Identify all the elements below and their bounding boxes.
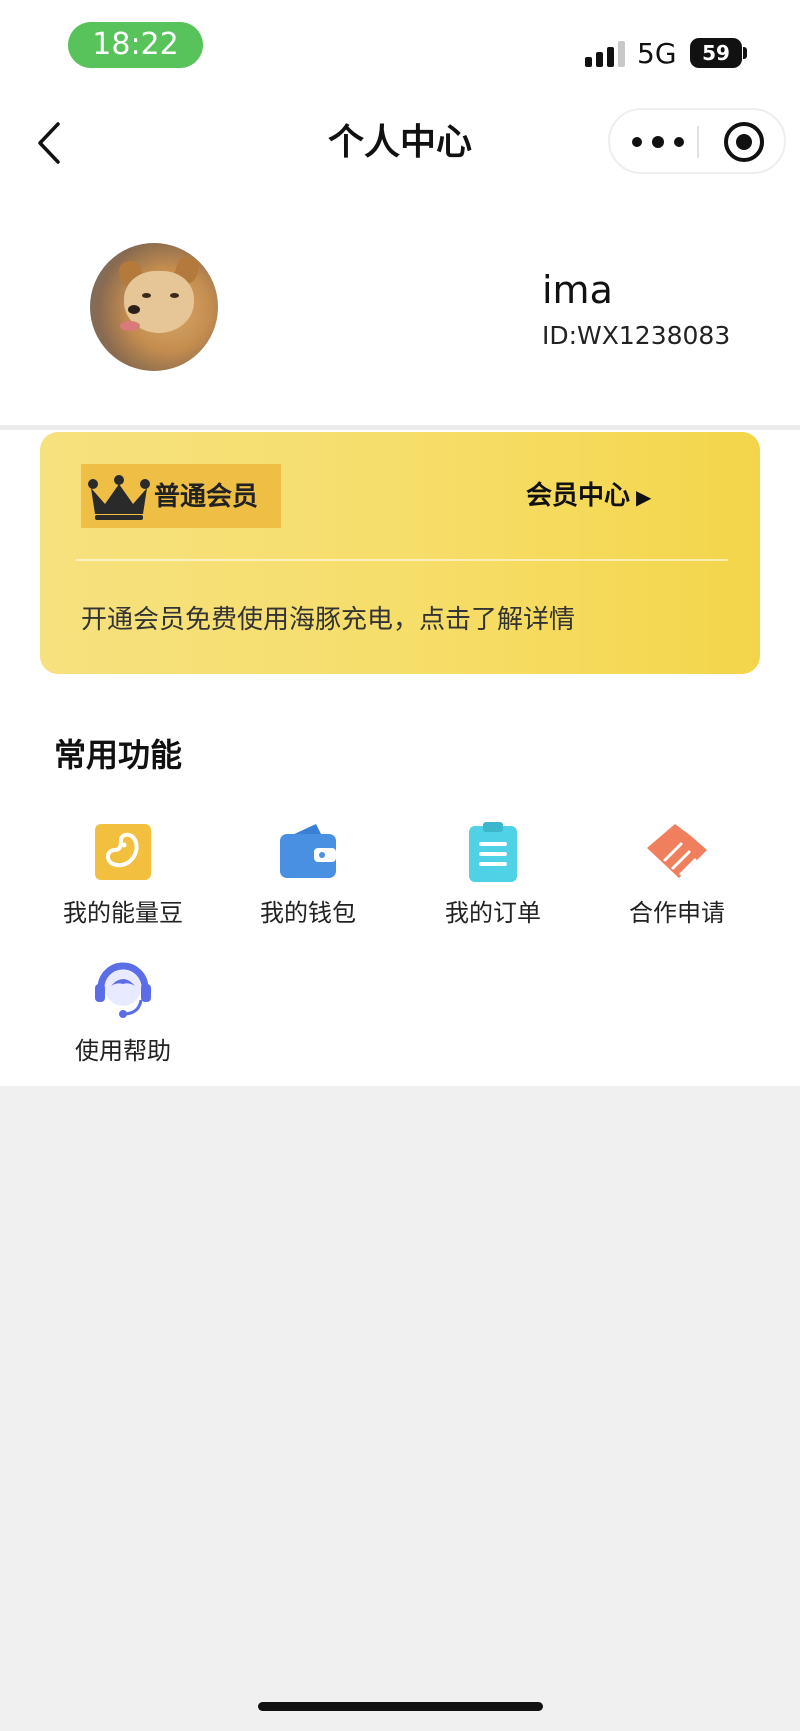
user-id: ID:WX1238083 <box>542 321 731 350</box>
function-help[interactable]: 使用帮助 <box>33 958 213 1068</box>
function-label: 我的能量豆 <box>63 899 183 927</box>
section-title: 常用功能 <box>54 736 183 774</box>
divider <box>0 425 800 430</box>
more-dot <box>632 137 642 147</box>
function-energy-beans[interactable]: 我的能量豆 <box>33 820 213 930</box>
user-name: ima <box>542 268 613 312</box>
avatar[interactable] <box>90 243 218 371</box>
battery-tip <box>743 47 747 59</box>
member-center-label: 会员中心 <box>526 481 631 511</box>
network-type: 5G <box>637 37 677 70</box>
function-label: 我的订单 <box>445 899 541 927</box>
battery-icon: 59 <box>690 38 742 68</box>
avatar-nose <box>128 305 140 314</box>
wallet-icon <box>276 820 340 884</box>
order-clipboard-icon <box>461 820 525 884</box>
more-dot <box>674 137 684 147</box>
member-level-label: 普通会员 <box>154 482 259 512</box>
avatar-eye <box>170 293 179 298</box>
function-label: 合作申请 <box>629 899 725 927</box>
member-center-link[interactable]: 会员中心 ▶ <box>526 476 651 517</box>
target-dot-icon <box>736 134 752 150</box>
function-cooperation[interactable]: 合作申请 <box>587 820 767 930</box>
function-orders[interactable]: 我的订单 <box>403 820 583 930</box>
member-level-badge: 普通会员 <box>81 464 281 528</box>
close-mini-program-button[interactable] <box>724 122 764 162</box>
page-content: 18:22 5G 59 个人中心 ima ID:WX1238083 普通会员 会… <box>0 0 800 1086</box>
signal-icon <box>585 41 629 67</box>
function-wallet[interactable]: 我的钱包 <box>218 820 398 930</box>
function-label: 我的钱包 <box>260 899 356 927</box>
card-divider <box>76 559 728 561</box>
back-button[interactable] <box>30 118 70 168</box>
page-title: 个人中心 <box>327 122 472 163</box>
status-time: 18:22 <box>68 22 203 68</box>
crown-icon <box>88 475 150 520</box>
energy-bean-icon <box>91 820 155 884</box>
member-card[interactable]: 普通会员 会员中心 ▶ 开通会员免费使用海豚充电，点击了解详情 <box>40 432 760 674</box>
member-description: 开通会员免费使用海豚充电，点击了解详情 <box>81 605 576 635</box>
customer-service-icon <box>91 958 155 1022</box>
handshake-icon <box>645 820 709 884</box>
capsule-divider <box>697 126 699 158</box>
function-label: 使用帮助 <box>75 1037 171 1065</box>
mini-program-capsule <box>608 108 786 174</box>
avatar-eye <box>142 293 151 298</box>
home-indicator <box>258 1702 543 1711</box>
chevron-left-icon <box>38 122 60 164</box>
more-button[interactable] <box>632 124 684 160</box>
play-arrow-icon: ▶ <box>636 485 652 509</box>
more-dot <box>652 136 664 148</box>
avatar-tongue <box>120 321 140 331</box>
